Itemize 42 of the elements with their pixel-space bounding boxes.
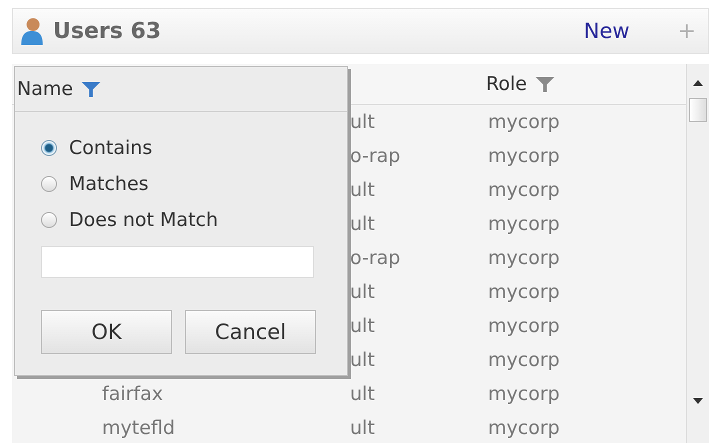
table-cell: mycorp — [488, 111, 560, 133]
option-label[interactable]: Matches — [69, 173, 149, 195]
new-link[interactable]: New — [584, 19, 630, 43]
radio-button[interactable] — [41, 140, 57, 156]
page-title: Users 63 — [53, 18, 162, 44]
table-cell: mycorp — [488, 383, 560, 405]
table-cell: ult — [350, 179, 375, 201]
table-cell: ult — [350, 281, 375, 303]
table-cell: ult — [350, 383, 375, 405]
filter-icon[interactable] — [81, 82, 102, 96]
table-cell: ult — [350, 315, 375, 337]
table-cell: mycorp — [488, 145, 560, 167]
filter-icon[interactable] — [534, 76, 555, 92]
dialog-button[interactable]: OK — [41, 310, 172, 354]
column-header[interactable]: Role — [486, 73, 527, 95]
table-cell: mycorp — [488, 349, 560, 371]
option-label[interactable]: Does not Match — [69, 209, 218, 231]
option-label[interactable]: Contains — [69, 137, 152, 159]
radio-button[interactable] — [41, 212, 57, 228]
table-cell: o-rap — [350, 145, 400, 167]
scroll-thumb[interactable] — [689, 98, 707, 122]
table-cell: ult — [350, 111, 375, 133]
radio-button[interactable] — [41, 176, 57, 192]
table-cell: mycorp — [488, 315, 560, 337]
table-cell: ult — [350, 349, 375, 371]
scroll-down-icon[interactable] — [693, 398, 703, 404]
table-cell: o-rap — [350, 247, 400, 269]
scrollbar[interactable] — [686, 64, 709, 443]
table-cell: mycorp — [488, 281, 560, 303]
table-cell: fairfax — [102, 383, 163, 405]
table-cell: mycorp — [488, 417, 560, 439]
table-cell: mycorp — [488, 213, 560, 235]
table-cell: mycorp — [488, 247, 560, 269]
column-header[interactable]: Name — [17, 78, 74, 100]
table-cell: ult — [350, 213, 375, 235]
dialog-button[interactable]: Cancel — [185, 310, 316, 354]
input-field[interactable] — [41, 246, 314, 278]
table-cell: mycorp — [488, 179, 560, 201]
table-cell: ult — [350, 417, 375, 439]
user-icon — [21, 17, 43, 45]
table-cell: mytefld — [102, 417, 175, 439]
scroll-up-icon[interactable] — [693, 80, 703, 86]
